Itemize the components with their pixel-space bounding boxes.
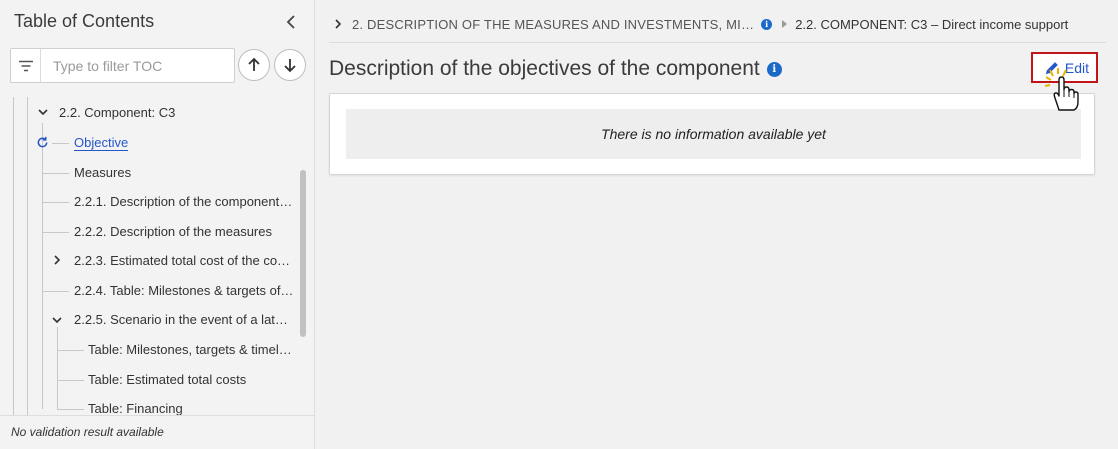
header-divider: [329, 42, 1106, 43]
tree-guide-line: [27, 97, 28, 415]
validation-footer: No validation result available: [0, 415, 315, 449]
toc-item-component-c3[interactable]: 2.2. Component: C3: [59, 105, 175, 121]
chevron-right-icon[interactable]: [51, 254, 63, 266]
move-down-button[interactable]: [274, 49, 306, 81]
chevron-down-icon[interactable]: [51, 314, 63, 326]
pencil-icon: [1045, 61, 1059, 75]
tree-connector: [42, 232, 69, 233]
toc-item-2-2-3[interactable]: 2.2.3. Estimated total cost of the co…: [74, 253, 294, 269]
app-window: Table of Contents 2.2. Component: C3: [0, 0, 1118, 449]
chevron-down-icon[interactable]: [37, 106, 49, 118]
tree-connector: [57, 380, 84, 381]
validation-status-text: No validation result available: [11, 425, 164, 439]
page-title: Description of the objectives of the com…: [329, 57, 782, 81]
toc-title: Table of Contents: [14, 11, 155, 31]
tree-connector: [57, 409, 84, 410]
toc-item-2-2-4[interactable]: 2.2.4. Table: Milestones & targets of…: [74, 283, 294, 299]
toc-filter: [10, 48, 235, 83]
toc-item-measures[interactable]: Measures: [74, 165, 131, 181]
edit-button[interactable]: Edit: [1031, 52, 1098, 83]
toc-item-2-2-1[interactable]: 2.2.1. Description of the component…: [74, 194, 294, 210]
toc-filter-input[interactable]: [42, 49, 232, 82]
filter-icon[interactable]: [11, 49, 41, 82]
chevron-right-icon[interactable]: [333, 18, 343, 30]
info-icon[interactable]: i: [766, 61, 782, 77]
toc-item-financing-table[interactable]: Table: Financing: [88, 401, 294, 415]
breadcrumb-item-section[interactable]: 2. DESCRIPTION OF THE MEASURES AND INVES…: [352, 17, 754, 32]
toc-item-costs-table[interactable]: Table: Estimated total costs: [88, 372, 294, 388]
tree-connector: [42, 202, 69, 203]
info-icon[interactable]: i: [761, 18, 773, 30]
collapse-sidebar-icon[interactable]: [284, 12, 298, 32]
edit-button-label: Edit: [1064, 59, 1089, 76]
tree-connector: [42, 173, 69, 174]
arrow-up-icon: [248, 57, 260, 71]
breadcrumb-item-current: 2.2. COMPONENT: C3 – Direct income suppo…: [795, 16, 1069, 32]
tree-connector: [57, 350, 84, 351]
toc-sidebar: Table of Contents 2.2. Component: C3: [0, 0, 315, 449]
page-title-text: Description of the objectives of the com…: [329, 57, 760, 80]
main-content: 2. DESCRIPTION OF THE MEASURES AND INVES…: [315, 0, 1118, 449]
tree-guide-line: [57, 327, 58, 409]
move-up-button[interactable]: [238, 49, 270, 81]
tree-guide-line: [42, 123, 43, 409]
tree-connector: [52, 143, 69, 144]
arrow-down-icon: [284, 59, 296, 73]
breadcrumb-separator-icon: [782, 20, 788, 28]
breadcrumb: 2. DESCRIPTION OF THE MEASURES AND INVES…: [333, 15, 1068, 33]
empty-state-message: There is no information available yet: [346, 109, 1081, 159]
toc-scrollbar-thumb[interactable]: [300, 170, 306, 337]
objectives-panel: There is no information available yet: [329, 93, 1095, 175]
toc-item-2-2-2[interactable]: 2.2.2. Description of the measures: [74, 224, 294, 240]
tree-guide-line: [13, 97, 14, 415]
tree-connector: [42, 291, 69, 292]
toc-item-milestones-table[interactable]: Table: Milestones, targets & timeli…: [88, 342, 294, 358]
toc-item-2-2-5[interactable]: 2.2.5. Scenario in the event of a late…: [74, 312, 294, 328]
refresh-icon[interactable]: [36, 136, 49, 149]
toc-item-objective[interactable]: Objective: [74, 135, 129, 151]
toc-tree: 2.2. Component: C3 Objective Measures 2.…: [0, 97, 310, 415]
